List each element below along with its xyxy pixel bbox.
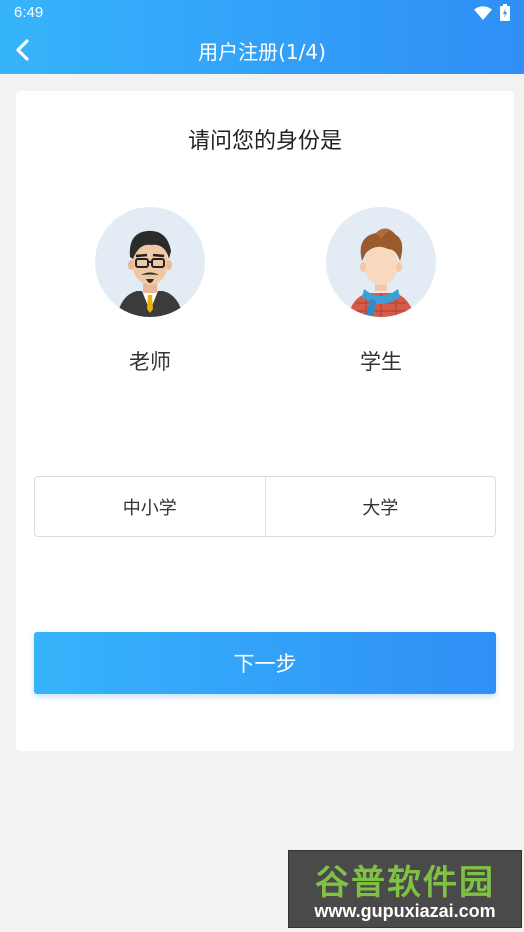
status-bar: 6:49 (0, 0, 524, 26)
role-option-teacher[interactable]: 老师 (80, 207, 220, 387)
next-step-button[interactable]: 下一步 (34, 632, 496, 694)
question-text: 请问您的身份是 (187, 129, 342, 154)
student-avatar-icon (326, 207, 436, 317)
school-level-primary-secondary[interactable]: 中小学 (35, 477, 265, 536)
app-header: 6:49 用户注册(1/4) (0, 0, 524, 74)
role-label-teacher: 老师 (129, 350, 171, 374)
status-time: 6:49 (14, 4, 44, 21)
role-selection-card: 请问您的身份是 老师 学生 中小学 大学 下一步 (16, 91, 514, 751)
watermark-url-text: www.gupuxiazai.com (314, 901, 496, 921)
wifi-icon (474, 6, 492, 20)
school-level-selector: 中小学 大学 (34, 476, 496, 537)
watermark-logo: 谷普软件园 www.gupuxiazai.com (288, 850, 522, 928)
nav-bar: 用户注册(1/4) (0, 26, 524, 74)
school-level-university[interactable]: 大学 (264, 477, 496, 536)
page-title: 用户注册(1/4) (198, 40, 326, 64)
teacher-avatar-icon (95, 207, 205, 317)
role-option-student[interactable]: 学生 (311, 207, 451, 387)
watermark-brand-text: 谷普软件园 (315, 863, 495, 903)
battery-icon (500, 4, 510, 21)
role-label-student: 学生 (360, 350, 402, 374)
